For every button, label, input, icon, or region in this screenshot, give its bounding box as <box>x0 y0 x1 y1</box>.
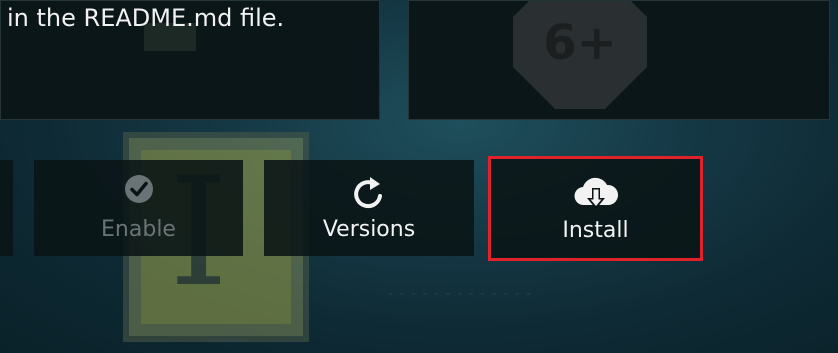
background-faint-text: - - - - - - - - - - - - - <box>388 286 533 302</box>
checkmark-circle-icon <box>34 174 243 204</box>
enable-button[interactable]: Enable <box>34 160 243 256</box>
cloud-download-icon <box>491 175 700 215</box>
install-button-label: Install <box>562 218 629 243</box>
enable-button-label: Enable <box>101 217 176 242</box>
rating-badge-text: 6+ <box>543 15 617 71</box>
addon-description-text: in the README.md file. <box>7 4 285 32</box>
content-rating-badge-icon: 6+ <box>513 1 647 109</box>
install-button[interactable]: Install <box>488 156 703 261</box>
refresh-icon <box>264 174 474 214</box>
description-panel: in the README.md file. <box>0 0 380 120</box>
versions-button[interactable]: Versions <box>264 160 474 256</box>
versions-button-label: Versions <box>322 217 416 242</box>
partial-action-button[interactable] <box>0 160 13 256</box>
content-rating-panel: 6+ <box>408 0 830 120</box>
